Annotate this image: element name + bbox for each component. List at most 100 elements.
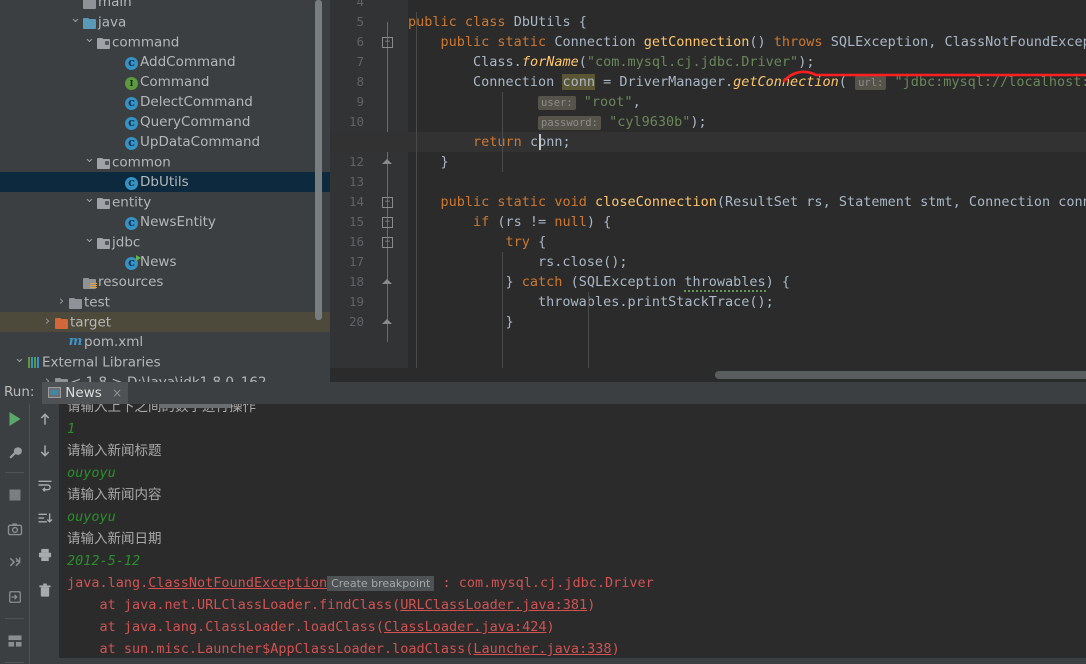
toolbar-separator: [5, 472, 24, 473]
package-icon: [97, 38, 110, 49]
code-editor[interactable]: 456−7891011121314−15−16−17181920 public …: [330, 0, 1086, 382]
project-tree-scrollbar-thumb[interactable]: [315, 0, 322, 320]
tree-item-main[interactable]: main: [0, 0, 330, 12]
console-stack-line: at java.net.URLClassLoader.findClass(URL…: [67, 597, 596, 613]
fold-end-icon[interactable]: [382, 317, 393, 328]
toolbar-separator: [5, 662, 24, 663]
soft-wrap-button[interactable]: [30, 470, 59, 499]
layout-button[interactable]: [0, 626, 29, 655]
console-prompt-line: 请输入新闻内容: [67, 487, 162, 503]
tree-item-command[interactable]: I Command: [0, 72, 330, 92]
tree-item-label: entity: [112, 194, 152, 211]
rerun-failed-button[interactable]: [0, 548, 29, 577]
editor-gutter[interactable]: 456−7891011121314−15−16−17181920: [330, 0, 408, 382]
stack-source-link[interactable]: ClassLoader.java:424: [384, 619, 547, 635]
fold-collapse-icon[interactable]: −: [382, 217, 393, 228]
run-tab-news[interactable]: News ×: [42, 382, 129, 404]
library-icon: [27, 354, 40, 374]
tree-item-jdbc[interactable]: jdbc: [0, 232, 330, 252]
fold-collapse-icon[interactable]: −: [382, 237, 393, 248]
tree-item-external-libraries[interactable]: External Libraries: [0, 352, 330, 372]
chevron-down-icon[interactable]: [84, 192, 95, 213]
tree-item-entity[interactable]: entity: [0, 192, 330, 212]
code-line: try {: [505, 234, 547, 250]
console-output[interactable]: 请输入上下之间的数字进行操作 1 请输入新闻标题 ouyoyu 请输入新闻内容 ouyoy…: [59, 404, 1086, 664]
chevron-right-icon[interactable]: [42, 372, 53, 382]
run-panel-bottom-strip: [59, 658, 1086, 664]
tree-item-news[interactable]: C News: [0, 252, 330, 272]
chevron-down-icon[interactable]: [70, 12, 81, 33]
clear-all-button[interactable]: [30, 576, 59, 605]
code-line: password: "cyl9630b");: [408, 112, 707, 132]
tree-item-pom-xml[interactable]: m pom.xml: [0, 332, 330, 352]
tree-item-addcommand[interactable]: C AddCommand: [0, 52, 330, 72]
class-icon: C: [125, 136, 138, 150]
console-exception-line: java.lang.ClassNotFoundException Create b…: [67, 572, 654, 594]
project-tree[interactable]: mainjavacommandCAddCommandICommandCDelec…: [0, 0, 330, 382]
scroll-to-end-button[interactable]: [30, 504, 59, 533]
project-tree-scrollbar-track[interactable]: [315, 0, 326, 382]
console-prompt-line: 请输入新闻标题: [67, 443, 162, 459]
tree-item-label: pom.xml: [84, 334, 144, 350]
fold-end-icon[interactable]: [382, 157, 393, 168]
exception-class-link[interactable]: ClassNotFoundException: [148, 575, 327, 591]
tree-item-test[interactable]: test: [0, 292, 330, 312]
console-input-line: ouyoyu: [67, 465, 116, 481]
indent-guide: [416, 12, 417, 382]
fold-collapse-icon[interactable]: −: [382, 37, 393, 48]
chevron-down-icon[interactable]: [14, 352, 25, 373]
console-input-line: ouyoyu: [67, 509, 116, 525]
export-button[interactable]: [0, 582, 29, 611]
rerun-button[interactable]: [0, 404, 29, 433]
edit-config-button[interactable]: [0, 438, 29, 467]
tree-item-common[interactable]: common: [0, 152, 330, 172]
down-the-stack-button[interactable]: [30, 436, 59, 465]
editor-horizontal-scrollbar-thumb[interactable]: [715, 371, 1086, 379]
close-icon[interactable]: ×: [112, 386, 122, 400]
chevron-right-icon[interactable]: [42, 312, 53, 333]
fold-end-icon[interactable]: [382, 277, 393, 288]
code-line: } catch (SQLException throwables) {: [408, 274, 791, 292]
tree-item-updatacommand[interactable]: C UpDataCommand: [0, 132, 330, 152]
tree-item-command[interactable]: command: [0, 32, 330, 52]
code-line: public class DbUtils {: [408, 14, 587, 30]
chevron-down-icon[interactable]: [84, 32, 95, 53]
indent-guide: [502, 92, 503, 172]
fold-collapse-icon[interactable]: −: [382, 197, 393, 208]
tree-item-label: Command: [140, 74, 210, 90]
tree-item-newsentity[interactable]: C NewsEntity: [0, 212, 330, 232]
editor-horizontal-scrollbar-track[interactable]: [330, 368, 1086, 382]
chevron-down-icon[interactable]: [84, 152, 95, 173]
print-button[interactable]: [30, 540, 59, 569]
interface-icon: I: [125, 76, 138, 90]
line-number: 8: [356, 74, 364, 89]
stack-source-link[interactable]: Launcher.java:338: [473, 641, 611, 657]
line-number: 16: [348, 234, 364, 249]
tree-item-resources[interactable]: resources: [0, 272, 330, 292]
top-area: mainjavacommandCAddCommandICommandCDelec…: [0, 0, 1086, 382]
console-prompt-line: 请输入新闻日期: [67, 531, 162, 547]
stop-button[interactable]: [0, 480, 29, 509]
tree-item-label: UpDataCommand: [140, 134, 261, 150]
folder-icon: [69, 298, 82, 309]
tree-item-querycommand[interactable]: C QueryCommand: [0, 112, 330, 132]
tree-item-target[interactable]: target: [0, 312, 330, 332]
exception-detail: com.mysql.cj.jdbc.Driver: [458, 575, 654, 591]
console-input-line: 2012-5-12: [67, 553, 141, 569]
run-toolbar-left[interactable]: [0, 404, 29, 664]
console-scrollbar-thumb[interactable]: [159, 404, 231, 408]
chevron-down-icon[interactable]: [84, 232, 95, 253]
code-fold-connector: [387, 22, 388, 342]
tree-item-java[interactable]: java: [0, 12, 330, 32]
screenshot-button[interactable]: [0, 514, 29, 543]
tree-item-label: < 1.8 > D:\Java\jdk1.8.0_162: [70, 375, 267, 383]
chevron-right-icon[interactable]: [56, 292, 67, 313]
tree-item-1-8-d-java-jdk1-8-0-162[interactable]: < 1.8 > D:\Java\jdk1.8.0_162: [0, 372, 330, 382]
stack-source-link[interactable]: URLClassLoader.java:381: [400, 597, 587, 613]
up-the-stack-button[interactable]: [30, 404, 59, 433]
run-toolbar-right[interactable]: [29, 404, 58, 664]
create-breakpoint-badge[interactable]: Create breakpoint: [327, 576, 435, 591]
tree-item-delectcommand[interactable]: C DelectCommand: [0, 92, 330, 112]
line-number: 14: [348, 194, 364, 209]
tree-item-dbutils[interactable]: C DbUtils: [0, 172, 330, 192]
